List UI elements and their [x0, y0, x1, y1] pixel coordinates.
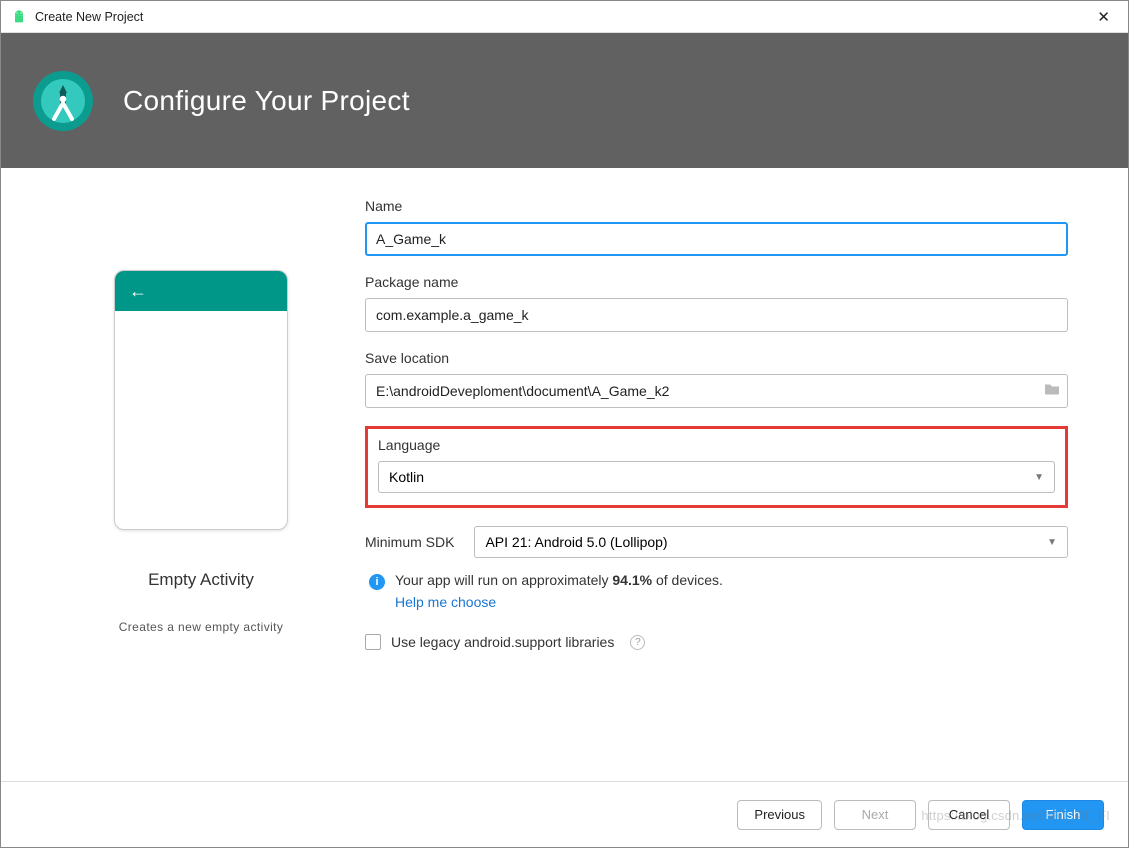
location-field: Save location: [365, 350, 1068, 408]
chevron-down-icon: ▼: [1034, 472, 1044, 483]
language-highlight: Language Kotlin ▼: [365, 426, 1068, 508]
preview-appbar: ←: [115, 271, 287, 311]
finish-button[interactable]: Finish: [1022, 800, 1104, 830]
help-icon[interactable]: ?: [630, 635, 645, 650]
package-label: Package name: [365, 274, 1068, 290]
location-label: Save location: [365, 350, 1068, 366]
previous-button[interactable]: Previous: [737, 800, 822, 830]
next-button: Next: [834, 800, 916, 830]
preview-description: Creates a new empty activity: [119, 620, 284, 634]
language-value: Kotlin: [389, 469, 424, 485]
device-info-text: Your app will run on approximately 94.1%…: [395, 572, 723, 588]
preview-title: Empty Activity: [148, 570, 254, 590]
titlebar-title: Create New Project: [35, 10, 143, 24]
activity-preview: ←: [114, 270, 288, 530]
location-input[interactable]: [365, 374, 1068, 408]
form-column: Name Package name Save location Language: [365, 198, 1068, 781]
back-arrow-icon: ←: [129, 281, 147, 302]
language-select[interactable]: Kotlin ▼: [378, 461, 1055, 493]
legacy-label: Use legacy android.support libraries: [391, 634, 614, 650]
legacy-checkbox-row: Use legacy android.support libraries ?: [365, 634, 1068, 650]
minsdk-value: API 21: Android 5.0 (Lollipop): [485, 534, 667, 550]
android-studio-logo: [31, 69, 95, 133]
minsdk-select[interactable]: API 21: Android 5.0 (Lollipop) ▼: [474, 526, 1068, 558]
legacy-checkbox[interactable]: [365, 634, 381, 650]
name-input[interactable]: [365, 222, 1068, 256]
dialog-header: Configure Your Project: [1, 33, 1128, 168]
browse-folder-icon[interactable]: [1044, 383, 1060, 400]
minsdk-field: Minimum SDK API 21: Android 5.0 (Lollipo…: [365, 526, 1068, 558]
package-field: Package name: [365, 274, 1068, 332]
chevron-down-icon: ▼: [1047, 537, 1057, 548]
preview-column: ← Empty Activity Creates a new empty act…: [61, 198, 341, 781]
help-me-choose-link[interactable]: Help me choose: [365, 594, 1068, 610]
language-label: Language: [378, 437, 1055, 453]
dialog-window: Create New Project ✕ Configure Your Proj…: [0, 0, 1129, 848]
cancel-button[interactable]: Cancel: [928, 800, 1010, 830]
header-title: Configure Your Project: [123, 85, 410, 117]
titlebar: Create New Project ✕: [1, 1, 1128, 33]
name-label: Name: [365, 198, 1068, 214]
close-button[interactable]: ✕: [1089, 6, 1118, 28]
dialog-footer: Previous Next Cancel Finish: [1, 781, 1128, 847]
package-input[interactable]: [365, 298, 1068, 332]
device-info-row: i Your app will run on approximately 94.…: [365, 572, 1068, 590]
android-icon: [11, 9, 27, 25]
info-icon: i: [369, 574, 385, 590]
dialog-body: ← Empty Activity Creates a new empty act…: [1, 168, 1128, 781]
name-field: Name: [365, 198, 1068, 256]
minsdk-label: Minimum SDK: [365, 534, 454, 550]
